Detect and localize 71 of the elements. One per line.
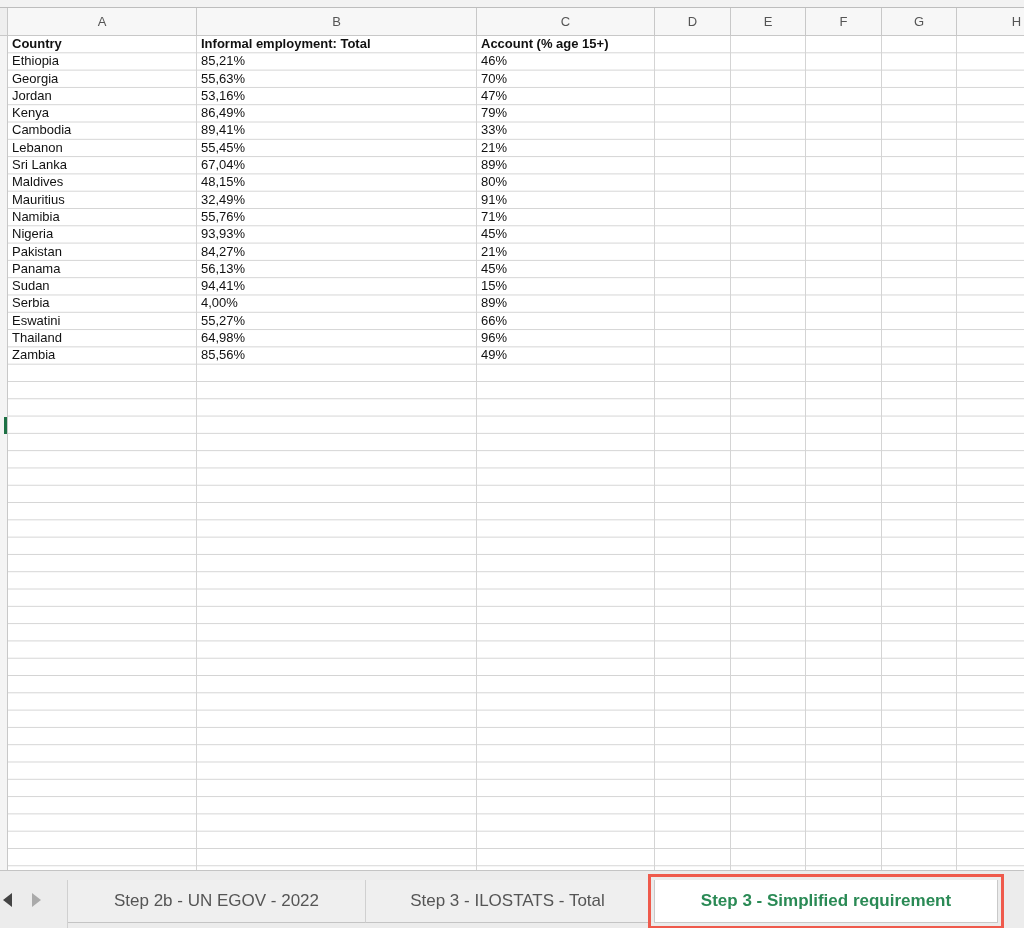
- table-cell-text: 45%: [480, 260, 509, 278]
- table-cell-text: 4,00%: [200, 295, 239, 313]
- table-cell-text: 89%: [480, 157, 509, 175]
- table-cell-text: Namibia: [11, 208, 61, 226]
- table-cell-text: 55,63%: [200, 70, 247, 88]
- table-cell-text: 32,49%: [200, 191, 247, 209]
- table-cell-text: 55,76%: [200, 208, 247, 226]
- column-header[interactable]: D: [655, 8, 731, 36]
- table-cell-text: 86,49%: [200, 105, 247, 123]
- table-cell-text: 53,16%: [200, 87, 247, 105]
- header-cell-text: Informal employment: Total: [200, 36, 372, 53]
- header-cell-text: Country: [11, 36, 63, 53]
- table-cell-text: Cambodia: [11, 122, 73, 140]
- sheet-tab[interactable]: Step 3 - ILOSTATS - Total: [366, 880, 650, 923]
- table-cell-text: 55,45%: [200, 139, 247, 157]
- table-cell-text: Nigeria: [11, 226, 55, 244]
- column-header[interactable]: H: [957, 8, 1024, 36]
- table-cell-text: Maldives: [11, 174, 65, 192]
- column-header[interactable]: B: [197, 8, 477, 36]
- table-cell-text: 79%: [480, 105, 509, 123]
- scroll-right-icon[interactable]: [31, 893, 41, 907]
- table-cell-text: 70%: [480, 70, 509, 88]
- table-cell-text: Thailand: [11, 330, 63, 348]
- table-cell-text: Ethiopia: [11, 53, 60, 71]
- column-header[interactable]: A: [8, 8, 197, 36]
- table-cell-text: 15%: [480, 278, 509, 296]
- table-cell-text: 93,93%: [200, 226, 247, 244]
- table-cell-text: 55,27%: [200, 312, 247, 330]
- table-cell-text: 89,41%: [200, 122, 247, 140]
- table-cell-text: Serbia: [11, 295, 51, 313]
- active-row-marker: [4, 416, 7, 434]
- table-cell-text: 67,04%: [200, 157, 247, 175]
- table-cell-text: 47%: [480, 87, 509, 105]
- table-cell-text: Jordan: [11, 87, 53, 105]
- table-cell-text: 48,15%: [200, 174, 247, 192]
- table-cell-text: 56,13%: [200, 260, 247, 278]
- column-header[interactable]: E: [731, 8, 806, 36]
- table-cell-text: 80%: [480, 174, 509, 192]
- column-header[interactable]: F: [806, 8, 882, 36]
- table-cell-text: 94,41%: [200, 278, 247, 296]
- table-cell-text: Georgia: [11, 70, 60, 88]
- table-cell-text: 46%: [480, 53, 509, 71]
- table-cell-text: Lebanon: [11, 139, 64, 157]
- table-cell-text: 21%: [480, 243, 509, 261]
- scroll-left-icon[interactable]: [3, 893, 13, 907]
- table-cell-text: 89%: [480, 295, 509, 313]
- table-cell-text: 96%: [480, 330, 509, 348]
- column-header[interactable]: G: [882, 8, 957, 36]
- table-cell-text: Sri Lanka: [11, 157, 68, 175]
- table-cell-text: Mauritius: [11, 191, 66, 209]
- table-cell-text: 64,98%: [200, 330, 247, 348]
- select-all-corner[interactable]: [0, 8, 8, 36]
- header-cell-text: Account (% age 15+): [480, 36, 610, 53]
- table-cell-text: Pakistan: [11, 243, 63, 261]
- column-header[interactable]: C: [477, 8, 655, 36]
- table-cell-text: 85,21%: [200, 53, 247, 71]
- table-cell-text: 84,27%: [200, 243, 247, 261]
- sheet-tab[interactable]: Step 2b - UN EGOV - 2022: [68, 880, 366, 923]
- table-cell-text: 91%: [480, 191, 509, 209]
- table-cell-text: Panama: [11, 260, 62, 278]
- table-cell-text: Eswatini: [11, 312, 62, 330]
- table-cell-text: 85,56%: [200, 347, 247, 365]
- table-cell-text: Kenya: [11, 105, 50, 123]
- table-cell-text: Sudan: [11, 278, 51, 296]
- table-cell-text: 21%: [480, 139, 509, 157]
- table-cell-text: Zambia: [11, 347, 57, 365]
- table-cell-text: 45%: [480, 226, 509, 244]
- table-cell-text: 49%: [480, 347, 509, 365]
- table-cell-text: 71%: [480, 208, 509, 226]
- table-cell-text: 66%: [480, 312, 509, 330]
- table-cell-text: 33%: [480, 122, 509, 140]
